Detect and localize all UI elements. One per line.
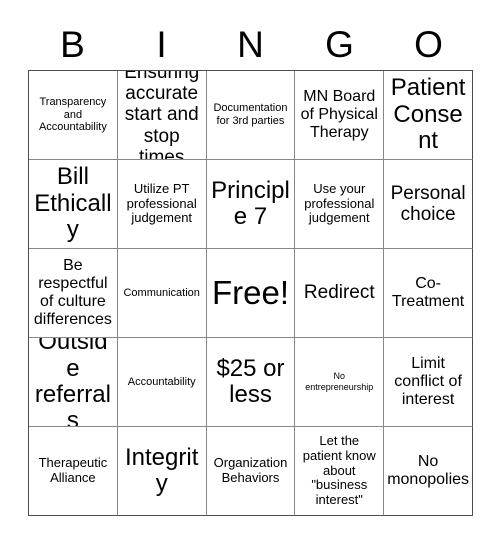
bingo-cell-text: Communication bbox=[123, 286, 200, 299]
header-letter-n: N bbox=[237, 23, 264, 65]
header-letter-b: B bbox=[60, 23, 85, 65]
bingo-cell-g1[interactable]: MN Board of Physical Therapy bbox=[295, 71, 385, 160]
bingo-cell-i1[interactable]: Ensuring accurate start and stop times bbox=[117, 71, 207, 160]
bingo-cell-text: Co-Treatment bbox=[391, 274, 465, 310]
bingo-cell-text: MN Board of Physical Therapy bbox=[300, 87, 378, 142]
bingo-cell-text: Patient Consent bbox=[390, 74, 466, 155]
bingo-cell-text: No entrepreneurship bbox=[305, 371, 374, 392]
bingo-cell-text: Therapeutic Alliance bbox=[38, 455, 108, 485]
bingo-cell-n1[interactable]: Documentation for 3rd parties bbox=[206, 71, 296, 160]
bingo-cell-text: Integrity bbox=[125, 443, 199, 497]
bingo-cell-o2[interactable]: Personal choice bbox=[384, 160, 473, 249]
bingo-cell-o3[interactable]: Co-Treatment bbox=[384, 249, 473, 338]
bingo-cell-text: Transparency and Accountability bbox=[38, 95, 107, 134]
bingo-cell-b4[interactable]: Outside referrals bbox=[29, 338, 118, 427]
bingo-cell-text: Be respectful of culture differences bbox=[33, 256, 112, 329]
bingo-cell-text: Personal choice bbox=[390, 182, 466, 225]
bingo-cell-text: Use your professional judgement bbox=[304, 180, 375, 226]
bingo-cell-b1[interactable]: Transparency and Accountability bbox=[29, 71, 118, 160]
bingo-cell-free[interactable]: Free! bbox=[206, 249, 296, 338]
bingo-cell-i2[interactable]: Utilize PT professional judgement bbox=[117, 160, 207, 249]
bingo-cell-text: $25 or less bbox=[216, 354, 285, 408]
bingo-free-text: Free! bbox=[211, 273, 289, 311]
bingo-cell-text: Documentation for 3rd parties bbox=[213, 102, 288, 127]
bingo-cell-b5[interactable]: Therapeutic Alliance bbox=[29, 427, 118, 516]
bingo-cell-o4[interactable]: Limit conflict of interest bbox=[384, 338, 473, 427]
bingo-card: B I N G O Transparency and Accountabilit… bbox=[0, 0, 500, 544]
bingo-cell-text: Redirect bbox=[303, 282, 375, 304]
header-letter-o: O bbox=[414, 23, 443, 65]
header-letter-g: G bbox=[325, 23, 354, 65]
bingo-cell-i4[interactable]: Accountability bbox=[117, 338, 207, 427]
bingo-cell-text: Accountability bbox=[127, 375, 196, 388]
bingo-cell-g5[interactable]: Let the patient know about "business int… bbox=[295, 427, 385, 516]
bingo-cell-g3[interactable]: Redirect bbox=[295, 249, 385, 338]
bingo-cell-text: Principle 7 bbox=[211, 176, 290, 230]
bingo-cell-g2[interactable]: Use your professional judgement bbox=[295, 160, 385, 249]
bingo-cell-n4[interactable]: $25 or less bbox=[206, 338, 296, 427]
bingo-cell-g4[interactable]: No entrepreneurship bbox=[295, 338, 385, 427]
bingo-cell-text: Limit conflict of interest bbox=[394, 354, 462, 409]
bingo-header: B I N G O bbox=[28, 18, 473, 70]
bingo-cell-text: Utilize PT professional judgement bbox=[126, 180, 197, 226]
bingo-cell-text: No monopolies bbox=[387, 452, 470, 488]
bingo-cell-o5[interactable]: No monopolies bbox=[384, 427, 473, 516]
header-letter-i: I bbox=[156, 23, 167, 65]
bingo-cell-b3[interactable]: Be respectful of culture differences bbox=[29, 249, 118, 338]
bingo-cell-i5[interactable]: Integrity bbox=[117, 427, 207, 516]
bingo-cell-n2[interactable]: Principle 7 bbox=[206, 160, 296, 249]
bingo-cell-text: Bill Ethically bbox=[34, 163, 112, 244]
bingo-cell-text: Organization Behaviors bbox=[213, 455, 288, 485]
bingo-cell-i3[interactable]: Communication bbox=[117, 249, 207, 338]
bingo-cell-o1[interactable]: Patient Consent bbox=[384, 71, 473, 160]
bingo-cell-n5[interactable]: Organization Behaviors bbox=[206, 427, 296, 516]
bingo-cell-b2[interactable]: Bill Ethically bbox=[29, 160, 118, 249]
bingo-cell-text: Let the patient know about "business int… bbox=[302, 432, 376, 508]
bingo-cell-text: Ensuring accurate start and stop times bbox=[124, 71, 200, 160]
bingo-grid: Transparency and Accountability Ensuring… bbox=[28, 70, 473, 516]
bingo-cell-text: Outside referrals bbox=[34, 338, 111, 427]
